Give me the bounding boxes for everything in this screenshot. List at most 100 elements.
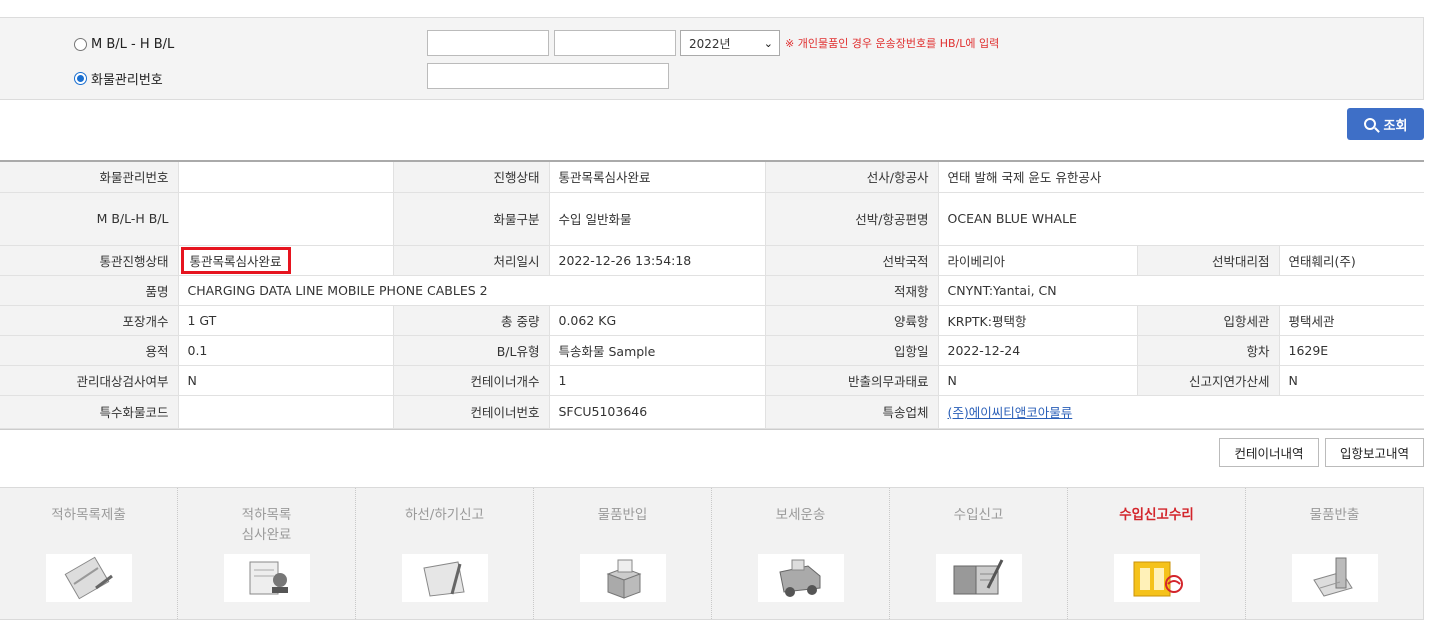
cell-key: 특송업체: [765, 395, 939, 429]
step-import-clearance[interactable]: 수입신고수리: [1068, 488, 1246, 619]
cell-key: 처리일시: [393, 245, 550, 276]
step-goods-release[interactable]: 물품반출: [1246, 488, 1423, 619]
year-select-value: 2022년: [689, 36, 731, 51]
step-label: 물품반출: [1309, 507, 1360, 523]
cell-key: 컨테이너개수: [393, 365, 550, 396]
folder-pen-icon: [401, 554, 488, 602]
year-select[interactable]: 2022년 ⌄: [680, 30, 780, 56]
cell-value: 연태훼리(주): [1279, 245, 1424, 276]
cell-key: 용적: [0, 335, 179, 366]
step-label: 하선/하기신고: [404, 507, 485, 523]
customs-status-cell: 통관목록심사완료: [178, 245, 394, 276]
radio-cargo-option[interactable]: 화물관리번호: [74, 69, 163, 88]
clipboard-pen-icon: [45, 554, 132, 602]
step-label: 적하목록제출: [51, 507, 126, 523]
cell-value: 수입 일반화물: [549, 192, 766, 246]
cell-value: 연태 발해 국제 윤도 유한공사: [938, 162, 1424, 193]
step-unloading-report[interactable]: 하선/하기신고: [356, 488, 534, 619]
cell-key: 선박국적: [765, 245, 939, 276]
radio-cargo[interactable]: [74, 72, 87, 85]
courier-company-link[interactable]: (주)에이씨티앤코아물류: [948, 405, 1073, 420]
step-goods-carry-in[interactable]: 물품반입: [534, 488, 712, 619]
cell-key: 컨테이너번호: [393, 395, 550, 429]
search-button[interactable]: 조회: [1347, 108, 1424, 140]
cell-value: 2022-12-26 13:54:18: [549, 245, 766, 276]
mbl-input[interactable]: [427, 30, 549, 56]
radio-cargo-label: 화물관리번호: [91, 73, 163, 88]
cell-value: [178, 395, 394, 429]
cell-key: 신고지연가산세: [1137, 365, 1280, 396]
cell-key: 품명: [0, 275, 179, 306]
cell-value: OCEAN BLUE WHALE: [938, 192, 1424, 246]
cell-value: KRPTK:평택항: [938, 305, 1138, 336]
notebook-pen-icon: [935, 554, 1022, 602]
step-label: 물품반입: [597, 507, 648, 523]
cargo-number-input[interactable]: [427, 63, 669, 89]
step-label: 수입신고수리: [1119, 507, 1194, 523]
search-panel: M B/L - H B/L 화물관리번호 2022년 ⌄ ※ 개인물품인 경우 …: [0, 17, 1424, 100]
step-manifest-submit[interactable]: 적하목록제출: [0, 488, 178, 619]
cell-value: N: [938, 365, 1138, 396]
courier-company-cell: (주)에이씨티앤코아물류: [938, 395, 1424, 429]
container-history-button[interactable]: 컨테이너내역: [1219, 438, 1319, 467]
cargo-number-value: [178, 162, 394, 193]
cell-key: 총 중량: [393, 305, 550, 336]
cell-key: B/L유형: [393, 335, 550, 366]
radio-mbl[interactable]: [74, 38, 87, 51]
cell-key: 진행상태: [393, 162, 550, 193]
table-row: M B/L-H B/L 화물구분 수입 일반화물 선박/항공편명 OCEAN B…: [0, 192, 1424, 246]
cell-value: 0.1: [178, 335, 394, 366]
customs-status-highlight: 통관목록심사완료: [180, 246, 291, 274]
search-icon: [1363, 118, 1376, 130]
table-row: 통관진행상태 통관목록심사완료 처리일시 2022-12-26 13:54:18…: [0, 245, 1424, 276]
cell-value: 2022-12-24: [938, 335, 1138, 366]
radio-mbl-option[interactable]: M B/L - H B/L: [74, 37, 174, 52]
hbl-input[interactable]: [554, 30, 676, 56]
document-stamp-icon: [223, 554, 310, 602]
step-import-declaration[interactable]: 수입신고: [890, 488, 1068, 619]
open-box-icon: [579, 554, 666, 602]
cell-key: 선박대리점: [1137, 245, 1280, 276]
cell-value: 평택세관: [1279, 305, 1424, 336]
cell-key: 특수화물코드: [0, 395, 179, 429]
search-button-label: 조회: [1383, 118, 1408, 134]
cell-key: 입항일: [765, 335, 939, 366]
table-row: 특수화물코드 컨테이너번호 SFCU5103646 특송업체 (주)에이씨티앤코…: [0, 395, 1424, 429]
cell-key: 반출의무과태료: [765, 365, 939, 396]
cell-key: 선박/항공편명: [765, 192, 939, 246]
release-document-icon: [1291, 554, 1378, 602]
table-row: 용적 0.1 B/L유형 특송화물 Sample 입항일 2022-12-24 …: [0, 335, 1424, 366]
cell-value: CHARGING DATA LINE MOBILE PHONE CABLES 2: [178, 275, 766, 306]
cell-value: 1: [549, 365, 766, 396]
cell-key: 화물구분: [393, 192, 550, 246]
cell-key: 적재항: [765, 275, 939, 306]
cell-key: 화물관리번호: [0, 162, 179, 193]
cell-value: N: [1279, 365, 1424, 396]
step-label: 보세운송: [775, 507, 826, 523]
cell-value: 통관목록심사완료: [549, 162, 766, 193]
cell-value: SFCU5103646: [549, 395, 766, 429]
cell-value: 1 GT: [178, 305, 394, 336]
mbl-hbl-value: [178, 192, 394, 246]
step-manifest-review[interactable]: 적하목록 심사완료: [178, 488, 356, 619]
cell-key: 관리대상검사여부: [0, 365, 179, 396]
table-row: 화물관리번호 진행상태 통관목록심사완료 선사/항공사 연태 발해 국제 윤도 …: [0, 162, 1424, 193]
process-steps: 적하목록제출 적하목록 심사완료 하선/하기신고 물품반입 보세운송 수입신고 …: [0, 487, 1424, 620]
truck-icon: [757, 554, 844, 602]
chevron-down-icon: ⌄: [763, 36, 773, 50]
cell-value: CNYNT:Yantai, CN: [938, 275, 1424, 306]
cell-value: 0.062 KG: [549, 305, 766, 336]
cell-key: 포장개수: [0, 305, 179, 336]
cell-key: 양륙항: [765, 305, 939, 336]
radio-mbl-label: M B/L - H B/L: [91, 37, 175, 52]
step-label: 적하목록 심사완료: [241, 507, 292, 543]
cell-value: 라이베리아: [938, 245, 1138, 276]
step-label: 수입신고: [953, 507, 1004, 523]
table-row: 품명 CHARGING DATA LINE MOBILE PHONE CABLE…: [0, 275, 1424, 306]
cell-key: 입항세관: [1137, 305, 1280, 336]
cell-value: 1629E: [1279, 335, 1424, 366]
cell-value: N: [178, 365, 394, 396]
arrival-report-button[interactable]: 입항보고내역: [1325, 438, 1424, 467]
approved-document-icon: [1113, 554, 1200, 602]
step-bonded-transport[interactable]: 보세운송: [712, 488, 890, 619]
